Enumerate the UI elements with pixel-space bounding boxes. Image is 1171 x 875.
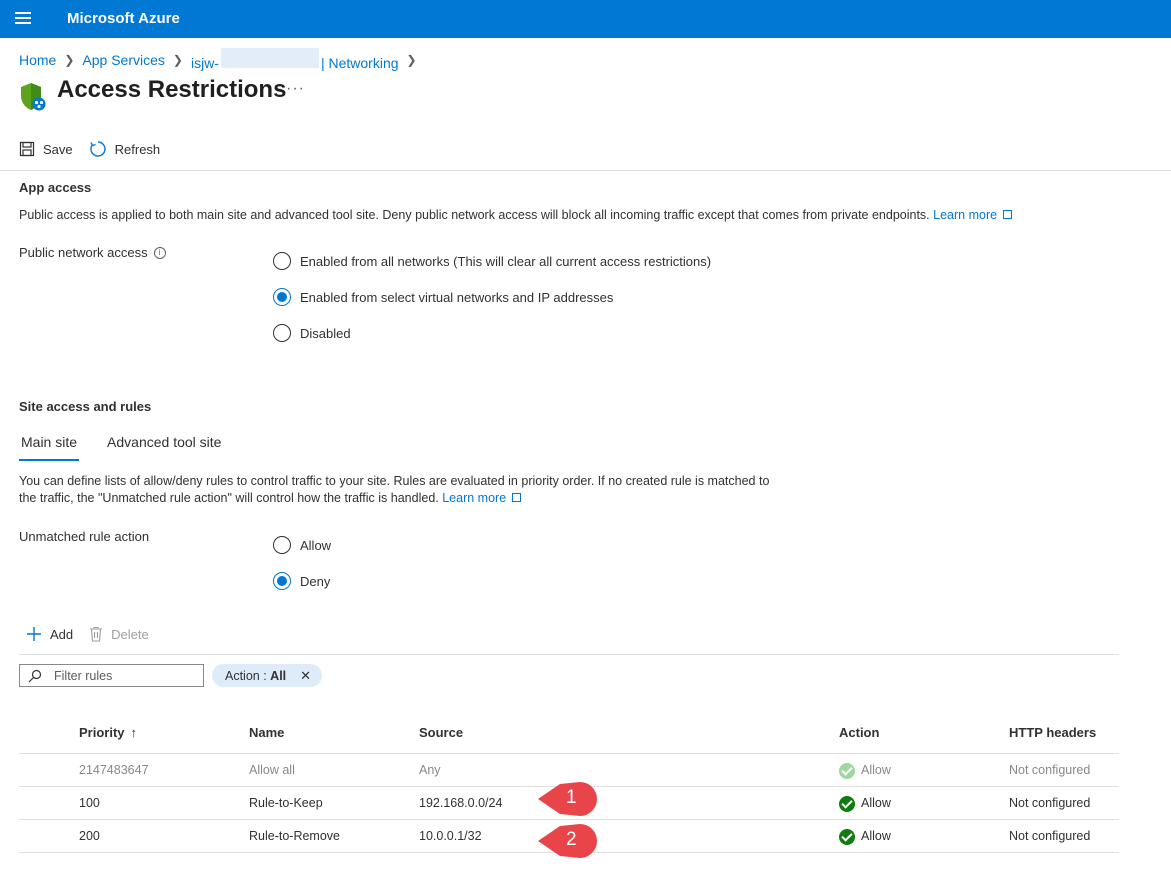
toolbar-divider xyxy=(0,170,1171,171)
callout-number: 1 xyxy=(566,787,577,808)
cell-http-headers: Not configured xyxy=(1009,763,1091,777)
add-label: Add xyxy=(50,626,74,642)
site-access-description-line2: the traffic, the "Unmatched rule action"… xyxy=(19,491,439,505)
tab-main-site[interactable]: Main site xyxy=(19,434,80,461)
radio-unmatched-deny[interactable]: Deny xyxy=(273,572,330,590)
cell-http-headers: Not configured xyxy=(1009,796,1091,810)
cell-name: Allow all xyxy=(249,763,295,777)
learn-more-link[interactable]: Learn more xyxy=(933,208,1013,222)
search-icon xyxy=(28,669,42,682)
breadcrumb-resource[interactable]: isjw- | Networking xyxy=(191,48,399,71)
site-access-description-line1: You can define lists of allow/deny rules… xyxy=(19,474,770,488)
refresh-icon xyxy=(89,141,106,157)
save-label: Save xyxy=(43,141,73,157)
radio-label: Deny xyxy=(300,573,331,589)
cell-action: Allow xyxy=(839,754,891,787)
cell-source: 192.168.0.0/24 xyxy=(419,796,503,810)
info-icon[interactable]: i xyxy=(153,246,166,259)
radio-label: Enabled from select virtual networks and… xyxy=(300,289,614,305)
breadcrumb-app-services[interactable]: App Services xyxy=(82,52,164,68)
page-title: Access Restrictions xyxy=(57,76,287,103)
callout-marker-1: 1 xyxy=(536,780,600,818)
breadcrumb: Home ❯ App Services ❯ isjw- | Networking … xyxy=(19,48,425,71)
radio-enabled-select-networks[interactable]: Enabled from select virtual networks and… xyxy=(273,288,613,306)
action-filter-pill[interactable]: Action : All ✕ xyxy=(212,664,322,687)
public-network-access-label: Public network access i xyxy=(19,245,166,260)
column-header-source[interactable]: Source xyxy=(419,716,463,750)
check-circle-icon xyxy=(839,828,855,845)
cell-priority: 100 xyxy=(79,796,100,810)
column-header-priority[interactable]: Priority ↑ xyxy=(79,716,137,750)
radio-label: Allow xyxy=(300,537,332,553)
tab-advanced-tool-site[interactable]: Advanced tool site xyxy=(107,434,221,461)
cell-priority: 2147483647 xyxy=(79,763,149,777)
menu-icon[interactable] xyxy=(15,12,31,26)
table-header: Priority ↑ Name Source Action HTTP header… xyxy=(19,716,1119,754)
sort-ascending-icon: ↑ xyxy=(130,725,138,740)
check-circle-icon xyxy=(839,795,855,812)
unmatched-rule-action-label: Unmatched rule action xyxy=(19,529,150,544)
site-tabs: Main site Advanced tool site xyxy=(19,434,221,461)
radio-circle[interactable] xyxy=(273,324,291,342)
column-header-name[interactable]: Name xyxy=(249,716,284,750)
chevron-right-icon: ❯ xyxy=(406,52,417,67)
radio-disabled[interactable]: Disabled xyxy=(273,324,351,342)
add-rule-button[interactable]: Add xyxy=(26,626,73,642)
chevron-right-icon: ❯ xyxy=(172,52,183,67)
radio-label: Enabled from all networks (This will cle… xyxy=(300,253,712,269)
external-link-icon xyxy=(512,493,522,502)
radio-circle[interactable] xyxy=(273,536,291,554)
cell-source: 10.0.0.1/32 xyxy=(419,829,482,843)
cell-action: Allow xyxy=(839,820,891,853)
cell-http-headers: Not configured xyxy=(1009,829,1091,843)
refresh-button[interactable]: Refresh xyxy=(89,140,161,158)
brand-title[interactable]: Microsoft Azure xyxy=(67,10,180,27)
shield-icon xyxy=(21,83,46,111)
refresh-label: Refresh xyxy=(114,141,161,157)
action-filter-text: Action : All xyxy=(225,668,287,683)
site-access-heading: Site access and rules xyxy=(19,399,152,414)
delete-label: Delete xyxy=(111,626,149,642)
cell-priority: 200 xyxy=(79,829,100,843)
check-circle-icon xyxy=(839,762,855,779)
radio-label: Disabled xyxy=(300,325,351,341)
cell-source: Any xyxy=(419,763,441,777)
learn-more-link[interactable]: Learn more xyxy=(442,491,522,505)
chevron-right-icon: ❯ xyxy=(64,52,75,67)
radio-circle[interactable] xyxy=(273,252,291,270)
rule-actions-bar: Add Delete xyxy=(26,626,149,642)
save-icon xyxy=(19,141,35,157)
radio-circle-checked[interactable] xyxy=(273,572,291,590)
top-bar: Microsoft Azure xyxy=(0,0,1171,38)
filter-rules-input[interactable] xyxy=(54,668,194,683)
save-button[interactable]: Save xyxy=(19,141,73,157)
command-bar: Save Refresh xyxy=(19,140,160,158)
delete-icon xyxy=(90,626,103,642)
radio-circle-checked[interactable] xyxy=(273,288,291,306)
radio-unmatched-allow[interactable]: Allow xyxy=(273,536,331,554)
app-access-heading: App access xyxy=(19,180,92,195)
cell-name: Rule-to-Remove xyxy=(249,829,341,843)
app-access-description: Public access is applied to both main si… xyxy=(19,207,1013,224)
callout-marker-2: 2 xyxy=(536,822,600,860)
column-header-http-headers[interactable]: HTTP headers xyxy=(1009,716,1096,750)
cell-name: Rule-to-Keep xyxy=(249,796,323,810)
more-options-icon[interactable]: ··· xyxy=(286,80,305,98)
delete-rule-button[interactable]: Delete xyxy=(89,626,149,642)
breadcrumb-home[interactable]: Home xyxy=(19,52,56,68)
external-link-icon xyxy=(1003,210,1013,219)
redacted-block xyxy=(220,48,319,68)
radio-enabled-all-networks[interactable]: Enabled from all networks (This will cle… xyxy=(273,252,711,270)
callout-number: 2 xyxy=(566,829,577,850)
close-icon[interactable]: ✕ xyxy=(300,668,311,684)
column-header-action[interactable]: Action xyxy=(839,716,879,750)
add-icon xyxy=(27,627,41,641)
cell-action: Allow xyxy=(839,787,891,820)
filter-box xyxy=(19,664,204,687)
site-access-description: You can define lists of allow/deny rules… xyxy=(19,473,769,507)
public-network-access-text: Public network access xyxy=(19,245,148,260)
actions-divider xyxy=(19,654,1119,655)
